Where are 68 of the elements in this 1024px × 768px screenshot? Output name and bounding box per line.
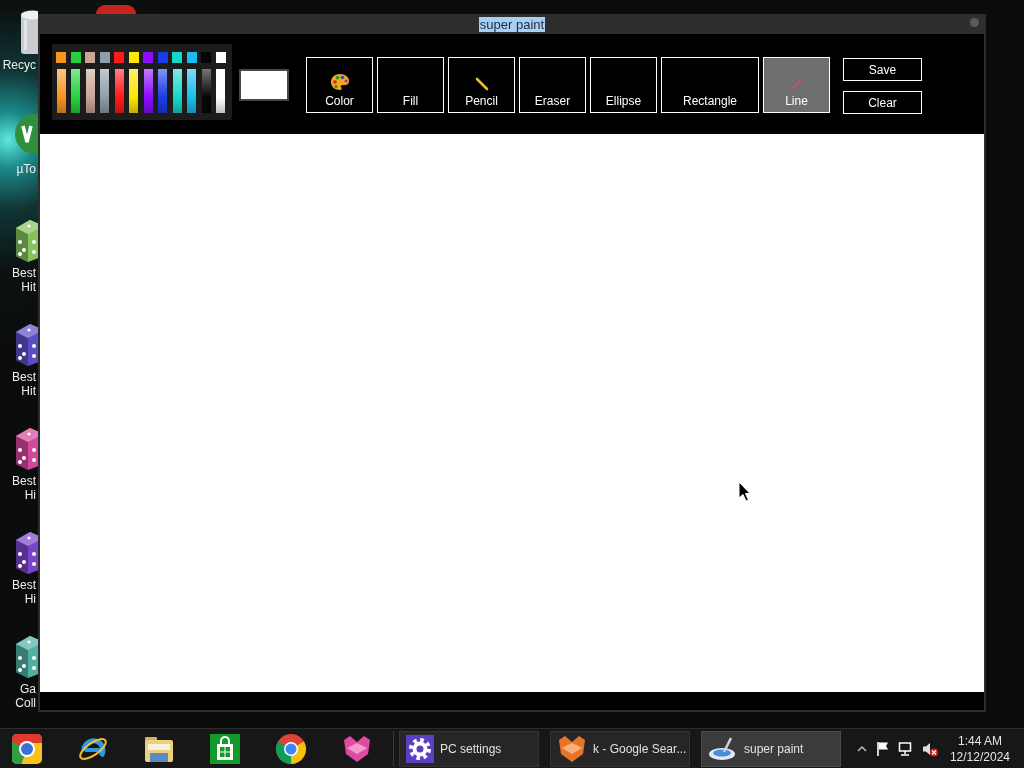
mouse-pointer-icon	[738, 481, 751, 502]
color-shade-bar[interactable]	[216, 69, 225, 113]
action-button[interactable]: Clear	[843, 91, 922, 114]
tool-button[interactable]: Rectangle	[661, 57, 759, 113]
color-shade-bar[interactable]	[172, 69, 182, 113]
tool-button[interactable]: Fill	[377, 57, 444, 113]
taskbar-button[interactable]: PC settings	[399, 730, 539, 767]
desktop-icon-label: Best	[12, 266, 36, 280]
desktop-icon-label: Recyc	[2, 58, 36, 72]
clock-date[interactable]: 12/12/2024	[949, 748, 1010, 765]
desktop-icon-label: Hit	[21, 280, 36, 294]
network-icon[interactable]	[897, 741, 913, 756]
app-icon[interactable]	[96, 5, 136, 14]
clock-time[interactable]: 1:44 AM	[957, 732, 1002, 749]
pencil-icon	[474, 77, 489, 91]
desktop-icon-label: Best	[12, 474, 36, 488]
color-shade-bar[interactable]	[143, 69, 153, 113]
desktop-icon-label: Best	[12, 370, 36, 384]
tool-button[interactable]: Eraser	[519, 57, 586, 113]
color-shade-bar[interactable]	[56, 69, 66, 113]
desktop-icon-label: Coll	[15, 696, 36, 710]
color-shade-bar[interactable]	[201, 69, 211, 113]
taskbar-button[interactable]: super paint	[701, 730, 841, 767]
color-shade-bar[interactable]	[187, 69, 196, 113]
speaker-muted-icon[interactable]	[921, 740, 938, 757]
flag-icon[interactable]	[875, 741, 889, 756]
caret-up-icon[interactable]	[856, 745, 867, 752]
taskbar-button[interactable]: k - Google Sear...	[550, 730, 690, 767]
fox-icon[interactable]	[342, 734, 372, 763]
gear-icon	[406, 734, 434, 763]
color-shade-bar[interactable]	[114, 69, 124, 113]
color-shade-bar[interactable]	[71, 69, 80, 113]
trash-bin-icon[interactable]	[20, 8, 38, 54]
color-swatch[interactable]	[85, 52, 95, 63]
paint-dish-icon	[708, 735, 738, 762]
desktop-icon-label: Ga	[20, 682, 36, 696]
browser-icon[interactable]	[275, 732, 307, 765]
color-shade-bar[interactable]	[85, 69, 95, 113]
color-swatch[interactable]	[56, 52, 66, 63]
action-button[interactable]: Save	[843, 58, 922, 81]
desktop-icon-label: Best	[12, 578, 36, 592]
color-swatch[interactable]	[143, 52, 153, 63]
color-swatch[interactable]	[114, 52, 124, 63]
desktop-icon-label: µTo	[16, 162, 36, 176]
browser-icon[interactable]	[11, 732, 43, 765]
color-swatch[interactable]	[70, 52, 81, 63]
tool-button[interactable]: Line	[763, 57, 830, 113]
color-shade-bar[interactable]	[129, 69, 138, 113]
desktop-icon-label: Hi	[24, 592, 36, 606]
color-swatch[interactable]	[215, 52, 226, 63]
color-shade-bar[interactable]	[158, 69, 167, 113]
color-swatch[interactable]	[99, 52, 110, 63]
tool-button[interactable]: Color	[306, 57, 373, 113]
desktop-icon-label: Hit	[21, 384, 36, 398]
color-shade-bar[interactable]	[100, 69, 109, 113]
palette-icon	[329, 73, 350, 91]
tool-button[interactable]: Ellipse	[590, 57, 657, 113]
color-swatch[interactable]	[186, 52, 197, 63]
color-swatch[interactable]	[157, 52, 168, 63]
store-bag-icon[interactable]	[209, 732, 241, 765]
line-icon	[789, 77, 804, 91]
desktop-icon-label: Hi	[24, 488, 36, 502]
color-swatch[interactable]	[172, 52, 182, 63]
window-title: super paint	[478, 16, 546, 32]
tool-button[interactable]: Pencil	[448, 57, 515, 113]
color-swatch[interactable]	[128, 52, 139, 63]
current-color-swatch	[239, 69, 289, 101]
fox-icon	[557, 734, 587, 763]
